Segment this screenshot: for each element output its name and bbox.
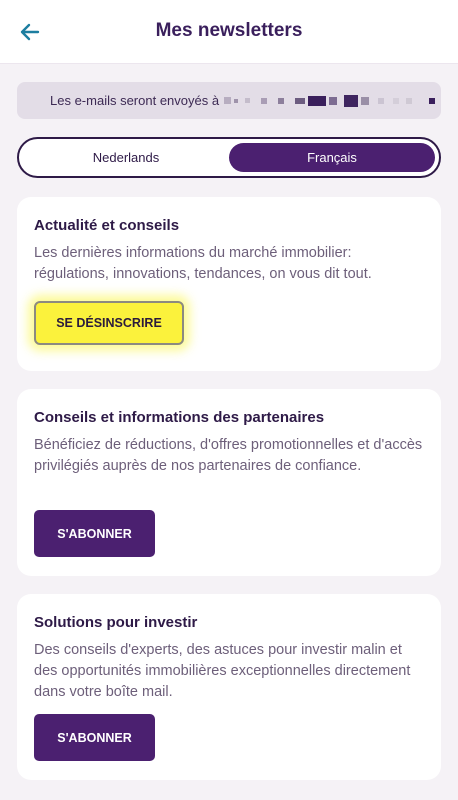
newsletter-card-partenaires: Conseils et informations des partenaires… bbox=[17, 389, 441, 576]
page-title: Mes newsletters bbox=[155, 20, 303, 41]
language-option-nederlands[interactable]: Nederlands bbox=[23, 143, 229, 172]
newsletter-title: Solutions pour investir bbox=[34, 614, 198, 631]
email-recipient-banner: Les e-mails seront envoyés à bbox=[17, 82, 441, 119]
app-header: Mes newsletters bbox=[0, 0, 458, 64]
newsletter-description: Des conseils d'experts, des astuces pour… bbox=[34, 642, 411, 700]
subscribe-button[interactable]: S'ABONNER bbox=[34, 714, 155, 761]
newsletter-card-investir: Solutions pour investir Des conseils d'e… bbox=[17, 594, 441, 780]
subscribe-button[interactable]: S'ABONNER bbox=[34, 510, 155, 557]
language-toggle: Nederlands Français bbox=[17, 137, 441, 178]
newsletter-card-actualite: Actualité et conseils Les dernières info… bbox=[17, 197, 441, 371]
newsletter-description: Bénéficiez de réductions, d'offres promo… bbox=[34, 437, 423, 474]
email-banner-text: Les e-mails seront envoyés à bbox=[50, 93, 220, 108]
masked-email-address bbox=[224, 94, 436, 107]
newsletter-title: Conseils et informations des partenaires bbox=[34, 409, 325, 426]
language-option-francais[interactable]: Français bbox=[229, 143, 435, 172]
unsubscribe-button[interactable]: SE DÉSINSCRIRE bbox=[34, 301, 184, 345]
newsletter-title: Actualité et conseils bbox=[34, 217, 180, 234]
newsletter-description: Les dernières informations du marché imm… bbox=[34, 245, 372, 282]
